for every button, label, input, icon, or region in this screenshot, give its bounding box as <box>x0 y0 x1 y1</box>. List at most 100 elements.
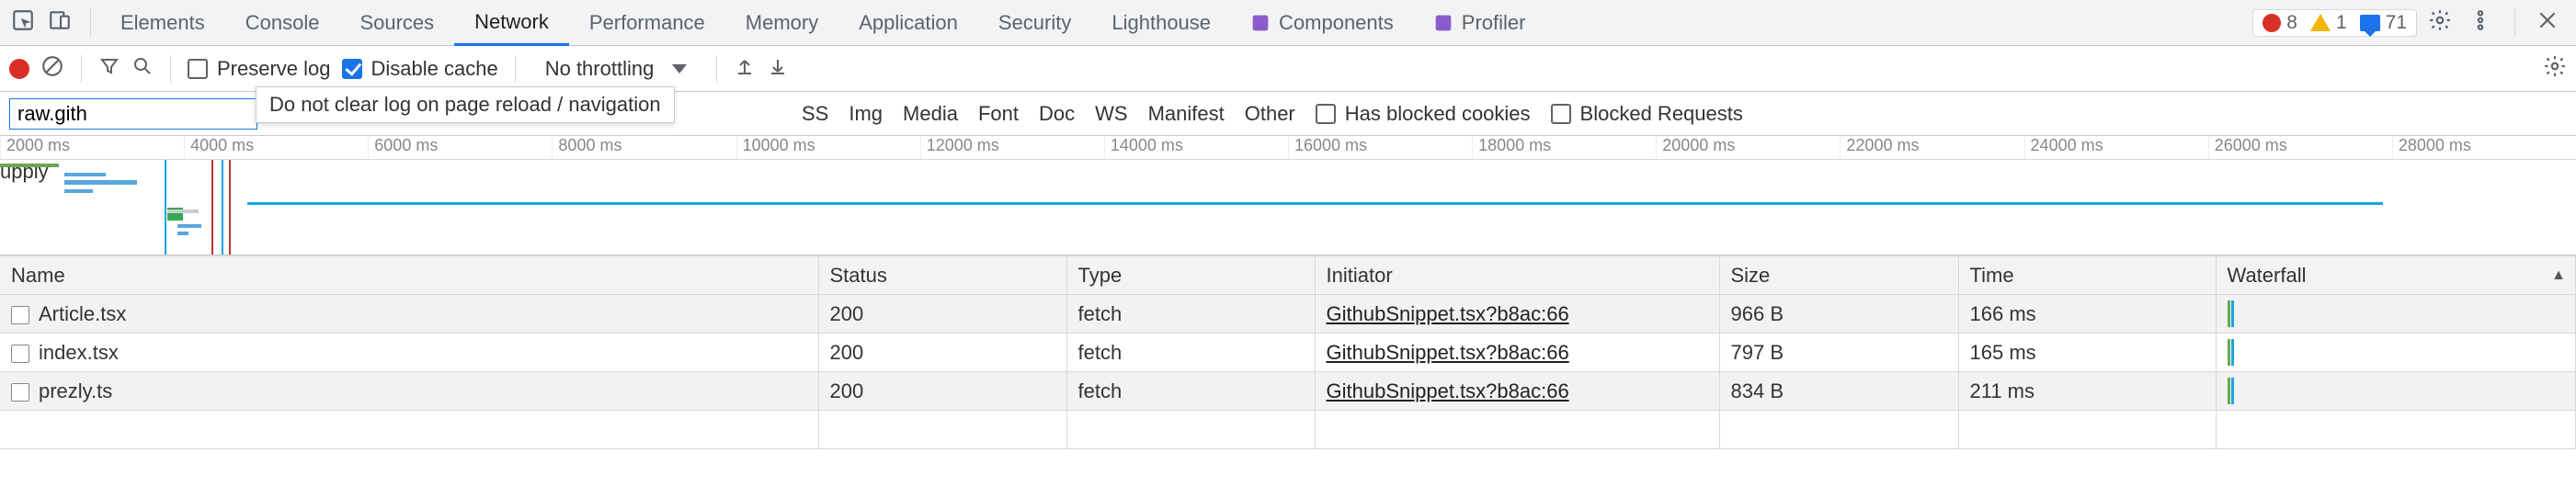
filter-type[interactable]: SS <box>802 102 828 126</box>
tab-label: Console <box>245 11 320 35</box>
sort-indicator-icon: ▲ <box>2551 267 2566 284</box>
timeline-tick: 12000 ms <box>920 136 1104 159</box>
header-label: Name <box>11 264 65 287</box>
tab-performance[interactable]: Performance <box>569 0 725 45</box>
tab-components[interactable]: Components <box>1231 0 1414 45</box>
devtools-tabs: Elements Console Sources Network Perform… <box>100 0 1545 45</box>
tooltip-text: Do not clear log on page reload / naviga… <box>269 93 661 116</box>
inspect-element-icon[interactable] <box>11 8 35 38</box>
search-icon[interactable] <box>131 55 154 83</box>
settings-icon[interactable] <box>2428 8 2452 38</box>
col-name[interactable]: Name <box>0 256 818 295</box>
count-value: 8 <box>2286 12 2297 34</box>
close-icon[interactable] <box>2532 8 2563 38</box>
tick-label: 6000 ms <box>374 136 438 154</box>
tick-label: 24000 ms <box>2031 136 2103 154</box>
timeline-tick: 2000 ms <box>0 136 184 159</box>
checkbox-label: Preserve log <box>217 57 331 81</box>
cell-name: Article.tsx <box>39 302 126 325</box>
timeline-tick: 14000 ms <box>1104 136 1288 159</box>
initiator-link[interactable]: GithubSnippet.tsx?b8ac:66 <box>1327 302 1569 325</box>
count-value: 1 <box>2336 12 2347 34</box>
cell-size: 834 B <box>1719 372 1958 411</box>
disable-cache-checkbox[interactable]: Disable cache <box>342 57 498 81</box>
filter-type[interactable]: Other <box>1245 102 1295 126</box>
tab-lighthouse[interactable]: Lighthouse <box>1091 0 1231 45</box>
tick-label: 28000 ms <box>2399 136 2471 154</box>
more-icon[interactable] <box>2463 8 2498 38</box>
error-count: 8 <box>2263 12 2297 34</box>
filter-type[interactable]: WS <box>1095 102 1127 126</box>
filter-type[interactable]: Media <box>903 102 958 126</box>
chevron-down-icon <box>672 64 687 74</box>
cell-name: prezly.ts <box>39 379 112 402</box>
timeline-tick: 28000 ms <box>2392 136 2576 159</box>
col-size[interactable]: Size <box>1719 256 1958 295</box>
tab-sources[interactable]: Sources <box>339 0 454 45</box>
tab-label: Security <box>998 11 1071 35</box>
message-count: 71 <box>2360 12 2407 34</box>
select-value: No throttling <box>545 57 655 81</box>
tab-label: Performance <box>589 11 705 35</box>
divider <box>515 55 516 83</box>
has-blocked-cookies-checkbox[interactable]: Has blocked cookies <box>1316 102 1531 126</box>
timeline-body: upply <box>0 160 2576 255</box>
console-status-pill[interactable]: 8 1 71 <box>2252 9 2417 37</box>
row-checkbox[interactable] <box>11 306 29 324</box>
checkbox-label: Has blocked cookies <box>1345 102 1531 126</box>
table-row[interactable]: Article.tsx 200 fetch GithubSnippet.tsx?… <box>0 295 2576 334</box>
tab-network[interactable]: Network <box>454 1 569 46</box>
network-timeline[interactable]: 2000 ms 4000 ms 6000 ms 8000 ms 10000 ms… <box>0 136 2576 255</box>
table-row[interactable]: prezly.ts 200 fetch GithubSnippet.tsx?b8… <box>0 372 2576 411</box>
tab-label: Elements <box>120 11 205 35</box>
table-row[interactable]: index.tsx 200 fetch GithubSnippet.tsx?b8… <box>0 334 2576 372</box>
tab-label: Components <box>1279 11 1394 35</box>
record-button[interactable] <box>9 59 29 79</box>
header-label: Size <box>1731 264 1771 287</box>
tick-label: 22000 ms <box>1846 136 1919 154</box>
tab-memory[interactable]: Memory <box>725 0 838 45</box>
col-time[interactable]: Time <box>1958 256 2216 295</box>
network-settings-icon[interactable] <box>2543 54 2567 84</box>
row-checkbox[interactable] <box>11 383 29 402</box>
filter-icon[interactable] <box>98 55 120 83</box>
filter-type[interactable]: Manifest <box>1148 102 1225 126</box>
device-toolbar-icon[interactable] <box>48 8 72 38</box>
tooltip: Do not clear log on page reload / naviga… <box>256 86 675 123</box>
col-type[interactable]: Type <box>1066 256 1315 295</box>
header-label: Initiator <box>1327 264 1393 287</box>
resource-type-filters: SS Img Media Font Doc WS Manifest Other <box>802 102 1295 126</box>
upload-har-icon[interactable] <box>734 55 756 83</box>
filter-type[interactable]: Doc <box>1039 102 1075 126</box>
initiator-link[interactable]: GithubSnippet.tsx?b8ac:66 <box>1327 341 1569 364</box>
tab-elements[interactable]: Elements <box>100 0 225 45</box>
tick-label: 12000 ms <box>927 136 999 154</box>
tab-label: Application <box>859 11 958 35</box>
blocked-requests-checkbox[interactable]: Blocked Requests <box>1551 102 1743 126</box>
cell-time: 166 ms <box>1958 295 2216 334</box>
header-label: Time <box>1970 264 2014 287</box>
col-status[interactable]: Status <box>818 256 1066 295</box>
checkbox-icon <box>342 59 362 79</box>
checkbox-icon <box>1551 104 1571 124</box>
tick-label: 20000 ms <box>1662 136 1735 154</box>
clear-icon[interactable] <box>40 54 64 84</box>
throttling-select[interactable]: No throttling <box>532 57 701 81</box>
checkbox-icon <box>1316 104 1336 124</box>
count-value: 71 <box>2386 12 2407 34</box>
tab-security[interactable]: Security <box>978 0 1091 45</box>
col-initiator[interactable]: Initiator <box>1315 256 1719 295</box>
timeline-tick: 26000 ms <box>2208 136 2392 159</box>
row-checkbox[interactable] <box>11 345 29 363</box>
tick-label: 18000 ms <box>1478 136 1551 154</box>
download-har-icon[interactable] <box>767 55 789 83</box>
tab-console[interactable]: Console <box>225 0 340 45</box>
col-waterfall[interactable]: Waterfall▲ <box>2216 256 2576 295</box>
initiator-link[interactable]: GithubSnippet.tsx?b8ac:66 <box>1327 379 1569 402</box>
tab-application[interactable]: Application <box>838 0 978 45</box>
preserve-log-checkbox[interactable]: Preserve log <box>188 57 331 81</box>
filter-type[interactable]: Font <box>978 102 1019 126</box>
filter-type[interactable]: Img <box>849 102 883 126</box>
filter-input[interactable] <box>9 98 257 130</box>
tab-profiler[interactable]: Profiler <box>1414 0 1546 45</box>
